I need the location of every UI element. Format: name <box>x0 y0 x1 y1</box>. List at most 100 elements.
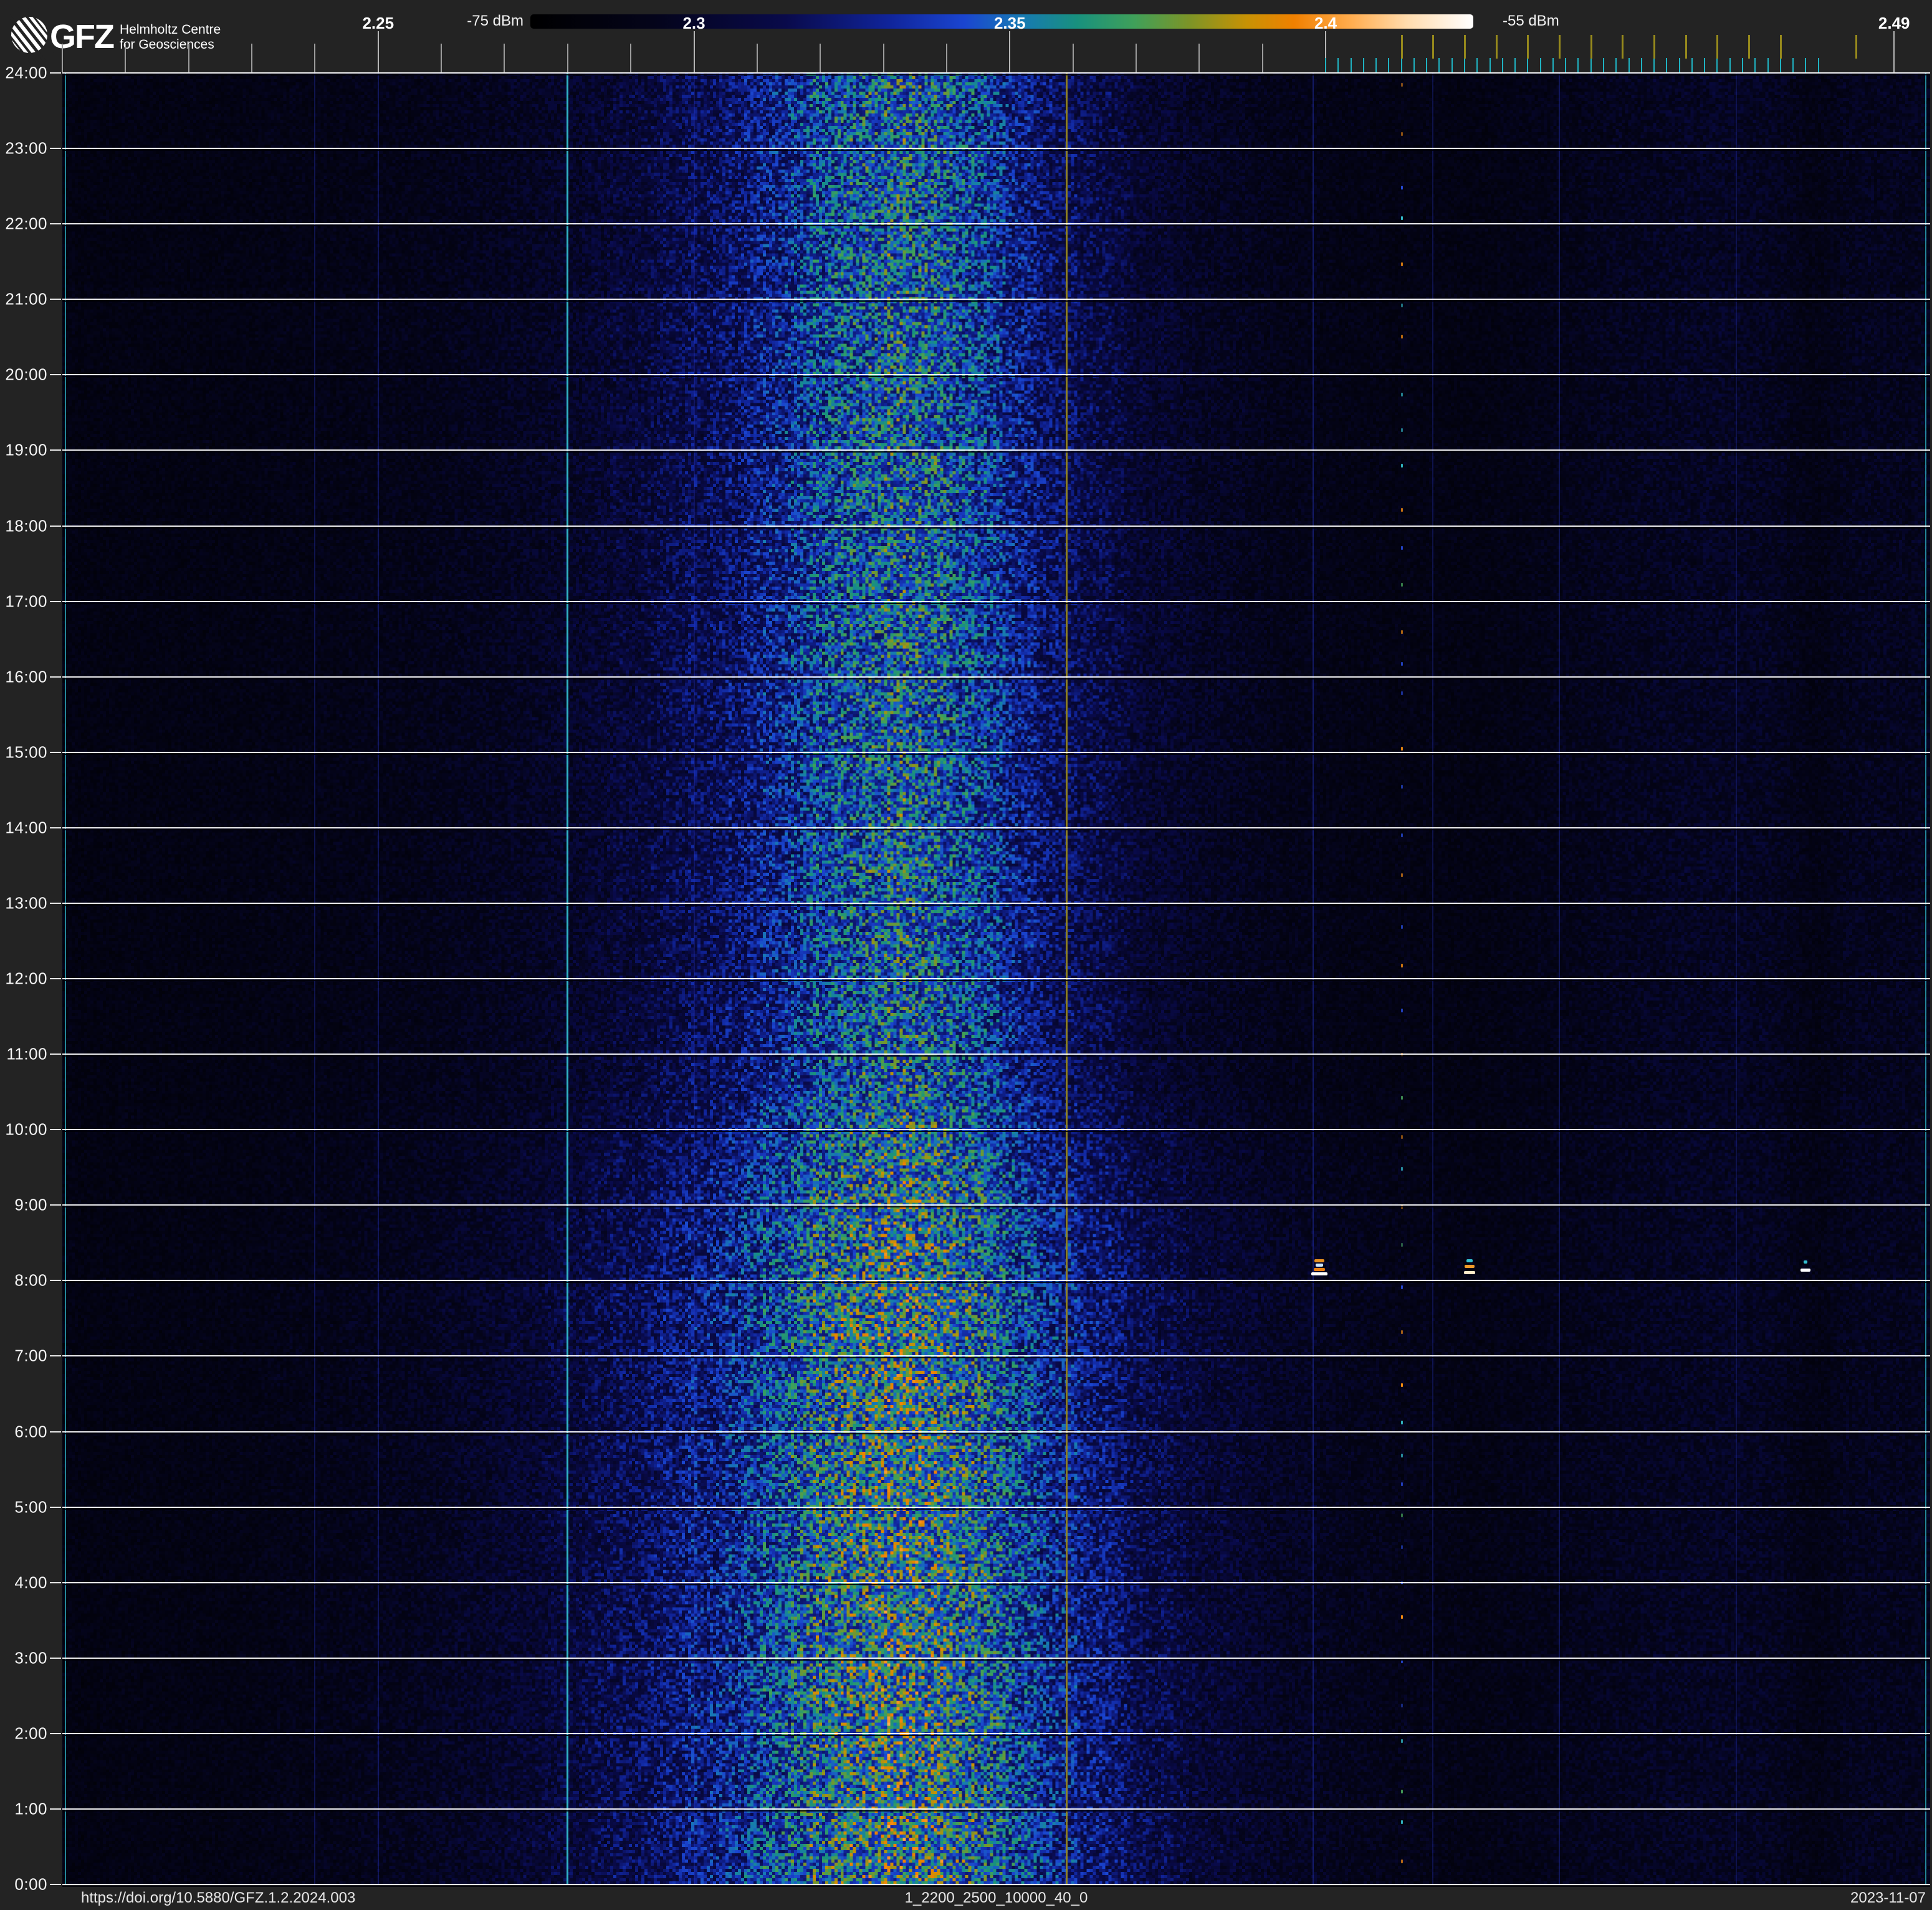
hour-label: 2:00 <box>14 1724 47 1743</box>
wifi-channel-tick <box>1400 35 1403 59</box>
hour-tick <box>50 148 61 150</box>
beacon-dot <box>1400 507 1403 512</box>
freq-minor-tick <box>251 44 253 72</box>
hour-label: 15:00 <box>5 742 47 762</box>
hour-gridline <box>62 1431 1930 1432</box>
spectrogram-page: GFZ Helmholtz Centre for Geosciences -75… <box>0 0 1932 1910</box>
ble-channel-tick <box>1438 58 1440 73</box>
burst-mark <box>1804 1260 1808 1264</box>
freq-minor-tick <box>62 44 63 72</box>
beacon-dot <box>1400 186 1403 190</box>
freq-minor-tick <box>1072 44 1074 72</box>
hour-gridline <box>62 1657 1930 1659</box>
ble-channel-tick <box>1817 58 1819 73</box>
hour-tick <box>50 1431 61 1432</box>
burst-mark <box>1465 1265 1475 1269</box>
hour-tick <box>50 1280 61 1282</box>
hour-label: 11:00 <box>6 1044 47 1063</box>
ble-channel-tick <box>1552 58 1554 73</box>
hour-label: 19:00 <box>5 440 47 459</box>
freq-minor-tick <box>1135 44 1137 72</box>
hour-label: 12:00 <box>5 969 47 988</box>
beacon-dot <box>1400 428 1403 433</box>
freq-minor-tick <box>567 44 568 72</box>
hour-tick <box>50 751 61 753</box>
hour-gridline <box>62 1808 1930 1810</box>
hour-tick <box>50 902 61 904</box>
ble-channel-tick <box>1741 58 1743 73</box>
ble-channel-tick <box>1704 58 1706 73</box>
freq-tick-label: 2.4 <box>1314 14 1337 32</box>
ble-channel-tick <box>1615 58 1617 73</box>
hour-tick <box>50 1884 61 1885</box>
freq-minor-tick <box>1198 44 1200 72</box>
hour-gridline <box>62 223 1930 225</box>
beacon-dot <box>1400 83 1403 87</box>
freq-minor-tick <box>125 44 127 72</box>
ble-channel-tick <box>1603 58 1604 73</box>
beacon-dot <box>1400 545 1403 550</box>
freq-minor-tick <box>441 44 442 72</box>
hour-gridline <box>62 827 1930 828</box>
ble-channel-tick <box>1754 58 1756 73</box>
beacon-dot <box>1400 924 1403 929</box>
ble-channel-tick <box>1691 58 1693 73</box>
burst-mark <box>1314 1259 1324 1262</box>
hour-gridline <box>62 299 1930 300</box>
hour-gridline <box>62 1732 1930 1734</box>
wifi-channel-tick <box>1464 35 1466 59</box>
hour-tick <box>50 449 61 451</box>
burst-mark <box>1800 1269 1811 1272</box>
beacon-dot <box>1400 1135 1403 1139</box>
hour-gridline <box>62 72 1930 74</box>
hour-gridline <box>62 1506 1930 1508</box>
wifi-channel-tick <box>1716 35 1719 59</box>
ble-channel-tick <box>1653 58 1655 73</box>
ble-channel-tick <box>1350 58 1352 73</box>
beacon-dot <box>1400 785 1403 789</box>
hour-label: 7:00 <box>14 1346 47 1365</box>
freq-major-tick <box>693 31 695 72</box>
beacon-dot <box>1400 1545 1403 1549</box>
hour-label: 22:00 <box>5 214 47 233</box>
hour-tick <box>50 1506 61 1508</box>
freq-minor-tick <box>882 44 884 72</box>
freq-minor-tick <box>188 44 189 72</box>
hour-label: 5:00 <box>14 1497 47 1517</box>
freq-minor-tick <box>630 44 632 72</box>
beacon-dot <box>1400 833 1403 837</box>
beacon-dot <box>1400 1243 1403 1247</box>
beacon-dot <box>1400 132 1403 137</box>
freq-minor-tick <box>314 44 316 72</box>
beacon-dot <box>1400 1615 1403 1619</box>
hour-tick <box>50 827 61 828</box>
wifi-channel-tick <box>1432 35 1435 59</box>
hour-gridline <box>62 1884 1930 1885</box>
freq-major-tick <box>1893 31 1895 72</box>
hour-gridline <box>62 1355 1930 1357</box>
hour-label: 17:00 <box>5 592 47 611</box>
ble-channel-tick <box>1628 58 1630 73</box>
hour-label: 13:00 <box>5 893 47 913</box>
ble-channel-tick <box>1426 58 1428 73</box>
ble-channel-tick <box>1805 58 1807 73</box>
hour-tick <box>50 374 61 376</box>
ble-channel-tick <box>1590 58 1592 73</box>
beacon-dot <box>1400 1009 1403 1013</box>
colorbar-min-label: -75 dBm <box>467 12 524 29</box>
hour-tick <box>50 1355 61 1357</box>
hour-tick <box>50 72 61 74</box>
ble-channel-tick <box>1464 58 1466 73</box>
beacon-dot <box>1400 1789 1403 1793</box>
wifi-channel-tick <box>1653 35 1656 59</box>
hour-gridline <box>62 978 1930 979</box>
hour-label: 8:00 <box>14 1270 47 1290</box>
freq-major-tick <box>377 31 379 72</box>
ble-channel-tick <box>1716 58 1718 73</box>
ble-channel-tick <box>1729 58 1731 73</box>
wifi-channel-tick <box>1855 35 1858 59</box>
wifi-channel-tick <box>1685 35 1687 59</box>
hour-label: 4:00 <box>14 1573 47 1592</box>
hour-tick <box>50 978 61 979</box>
hour-label: 6:00 <box>14 1422 47 1441</box>
